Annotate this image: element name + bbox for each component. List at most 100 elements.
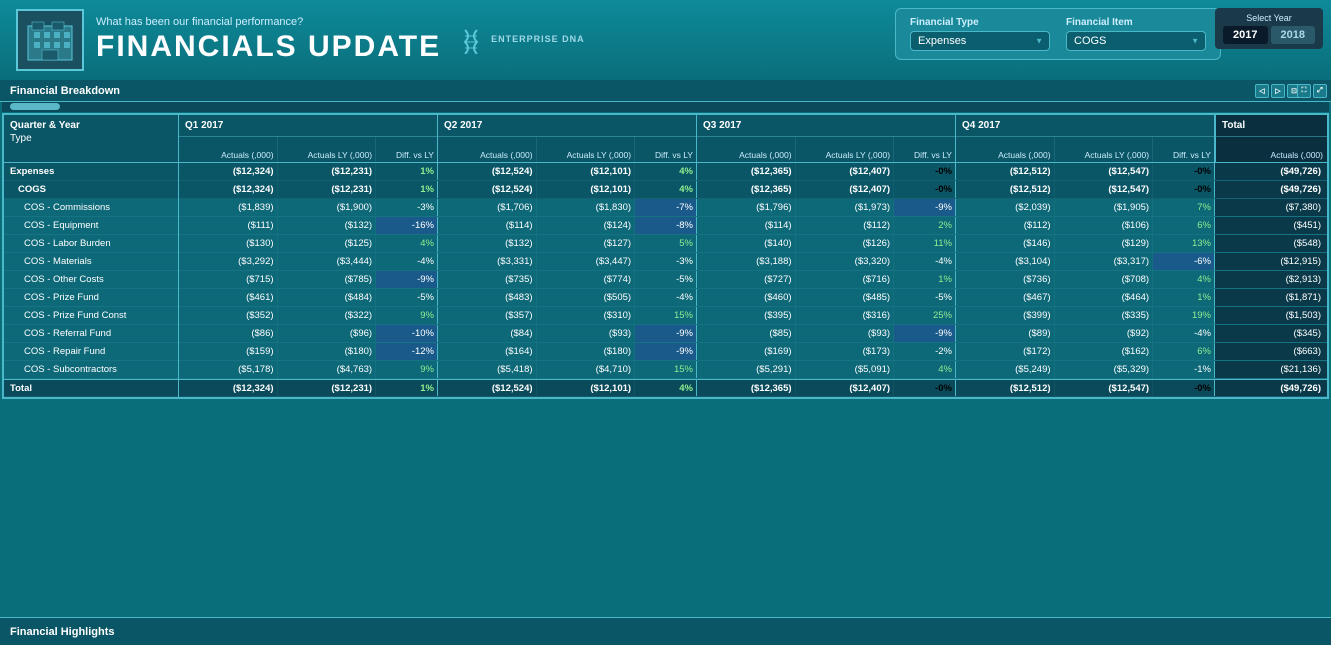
q3-diff-10: -2% xyxy=(894,343,955,360)
q4-actuals-9: ($89) xyxy=(956,325,1055,342)
q4-actuals-3: ($112) xyxy=(956,217,1055,234)
q4-actuals-10: ($172) xyxy=(956,343,1055,360)
q1-actuals-10: ($159) xyxy=(179,343,278,360)
total-col-row-10: ($663) xyxy=(1215,343,1327,360)
q2-actuals-ly-0: ($12,101) xyxy=(537,163,636,180)
q3-row-3: ($114)($112)2% xyxy=(697,217,956,234)
year-2017-button[interactable]: 2017 xyxy=(1223,26,1267,44)
q3-actuals-1: ($12,365) xyxy=(697,181,796,198)
q1-diff-4: 4% xyxy=(376,235,437,252)
q4-actuals-11: ($5,249) xyxy=(956,361,1055,378)
q1-cols-header: Actuals (,000) Actuals LY (,000) Diff. v… xyxy=(179,137,437,163)
q4-actuals-ly-10: ($162) xyxy=(1055,343,1154,360)
q4-actuals-ly-2: ($1,905) xyxy=(1055,199,1154,216)
q2-row-12: ($12,524)($12,101)4% xyxy=(438,380,697,396)
q2-row-3: ($114)($124)-8% xyxy=(438,217,697,234)
q4-actuals-ly-header: Actuals LY (,000) xyxy=(1055,137,1154,162)
q1-row-11: ($5,178)($4,763)9% xyxy=(179,361,438,378)
q4-actuals-4: ($146) xyxy=(956,235,1055,252)
year-2018-button[interactable]: 2018 xyxy=(1271,26,1315,44)
q3-actuals-ly-8: ($316) xyxy=(796,307,895,324)
q4-actuals-8: ($399) xyxy=(956,307,1055,324)
quarters-header-row: Q1 2017 Actuals (,000) Actuals LY (,000)… xyxy=(179,115,1327,163)
q4-row-6: ($736)($708)4% xyxy=(956,271,1215,288)
total-col-row-5: ($12,915) xyxy=(1215,253,1327,270)
q1-diff-6: -9% xyxy=(376,271,437,288)
year-selector-label: Select Year xyxy=(1223,13,1315,23)
q3-diff-12: -0% xyxy=(894,380,955,396)
q2-actuals-9: ($84) xyxy=(438,325,537,342)
financial-type-select-wrapper[interactable]: Expenses Revenue Profit ▼ xyxy=(910,31,1050,51)
h-scrollbar-thumb[interactable] xyxy=(10,103,60,110)
financial-highlights-section: Financial Highlights xyxy=(0,617,1331,645)
fullscreen-icon[interactable]: ⤢ xyxy=(1313,84,1327,98)
type-label: Type xyxy=(10,133,172,144)
q3-row-4: ($140)($126)11% xyxy=(697,235,956,252)
h-scrollbar-container[interactable] xyxy=(2,102,1329,112)
nav-left-icon[interactable]: ◁ xyxy=(1255,84,1269,98)
q1-diff-header: Diff. vs LY xyxy=(376,137,437,162)
q2-row-4: ($132)($127)5% xyxy=(438,235,697,252)
q4-actuals-5: ($3,104) xyxy=(956,253,1055,270)
q3-diff-2: -9% xyxy=(894,199,955,216)
q2-row-6: ($735)($774)-5% xyxy=(438,271,697,288)
q2-actuals-ly-12: ($12,101) xyxy=(537,380,636,396)
q3-actuals-5: ($3,188) xyxy=(697,253,796,270)
q4-actuals-header: Actuals (,000) xyxy=(956,137,1055,162)
q4-actuals-ly-12: ($12,547) xyxy=(1055,380,1154,396)
q1-row-9: ($86)($96)-10% xyxy=(179,325,438,342)
q2-row-8: ($357)($310)15% xyxy=(438,307,697,324)
q4-row-11: ($5,249)($5,329)-1% xyxy=(956,361,1215,378)
q4-actuals-6: ($736) xyxy=(956,271,1055,288)
left-col-header: Quarter & Year Type xyxy=(4,115,178,163)
q2-actuals-ly-4: ($127) xyxy=(537,235,636,252)
q4-actuals-7: ($467) xyxy=(956,289,1055,306)
q4-actuals-ly-6: ($708) xyxy=(1055,271,1154,288)
q2-row-10: ($164)($180)-9% xyxy=(438,343,697,360)
q4-diff-header: Diff. vs LY xyxy=(1153,137,1214,162)
total-col-row-7: ($1,871) xyxy=(1215,289,1327,306)
q3-diff-5: -4% xyxy=(894,253,955,270)
q1-row-4: ($130)($125)4% xyxy=(179,235,438,252)
total-actuals-header: Actuals (,000) xyxy=(1220,151,1323,160)
section2-title: Financial Highlights xyxy=(10,626,115,638)
q1-row-5: ($3,292)($3,444)-4% xyxy=(179,253,438,270)
q1-actuals-2: ($1,839) xyxy=(179,199,278,216)
expand-icon[interactable]: ⛶ xyxy=(1297,84,1311,98)
financial-type-select[interactable]: Expenses Revenue Profit xyxy=(910,31,1050,51)
building-icon xyxy=(24,16,76,64)
total-col-row-4: ($548) xyxy=(1215,235,1327,252)
financial-item-select[interactable]: COGS Revenue Net Profit xyxy=(1066,31,1206,51)
data-row-8: ($352)($322)9%($357)($310)15%($395)($316… xyxy=(179,307,1327,325)
q3-row-9: ($85)($93)-9% xyxy=(697,325,956,342)
q3-row-10: ($169)($173)-2% xyxy=(697,343,956,360)
q1-actuals-ly-6: ($785) xyxy=(278,271,377,288)
q1-actuals-ly-2: ($1,900) xyxy=(278,199,377,216)
q1-actuals-12: ($12,324) xyxy=(179,380,278,396)
financial-item-select-wrapper[interactable]: COGS Revenue Net Profit ▼ xyxy=(1066,31,1206,51)
q1-actuals-ly-7: ($484) xyxy=(278,289,377,306)
data-row-9: ($86)($96)-10%($84)($93)-9%($85)($93)-9%… xyxy=(179,325,1327,343)
year-selector: Select Year 2017 2018 xyxy=(1215,8,1323,49)
q1-actuals-ly-9: ($96) xyxy=(278,325,377,342)
left-row-1: COGS xyxy=(4,181,178,199)
q2-actuals-header: Actuals (,000) xyxy=(438,137,537,162)
q4-diff-1: -0% xyxy=(1153,181,1214,198)
q4-title: Q4 2017 xyxy=(956,115,1214,137)
data-row-0: ($12,324)($12,231)1%($12,524)($12,101)4%… xyxy=(179,163,1327,181)
q3-actuals-ly-4: ($126) xyxy=(796,235,895,252)
left-row-11: COS - Subcontractors xyxy=(4,361,178,379)
q2-row-0: ($12,524)($12,101)4% xyxy=(438,163,697,180)
q3-actuals-ly-header: Actuals LY (,000) xyxy=(796,137,895,162)
q3-actuals-2: ($1,796) xyxy=(697,199,796,216)
q3-actuals-10: ($169) xyxy=(697,343,796,360)
q4-diff-9: -4% xyxy=(1153,325,1214,342)
q1-actuals-4: ($130) xyxy=(179,235,278,252)
q3-row-7: ($460)($485)-5% xyxy=(697,289,956,306)
q4-row-2: ($2,039)($1,905)7% xyxy=(956,199,1215,216)
nav-right-icon[interactable]: ▷ xyxy=(1271,84,1285,98)
left-row-0: Expenses xyxy=(4,163,178,181)
q2-diff-2: -7% xyxy=(635,199,696,216)
q4-diff-8: 19% xyxy=(1153,307,1214,324)
q4-row-0: ($12,512)($12,547)-0% xyxy=(956,163,1215,180)
